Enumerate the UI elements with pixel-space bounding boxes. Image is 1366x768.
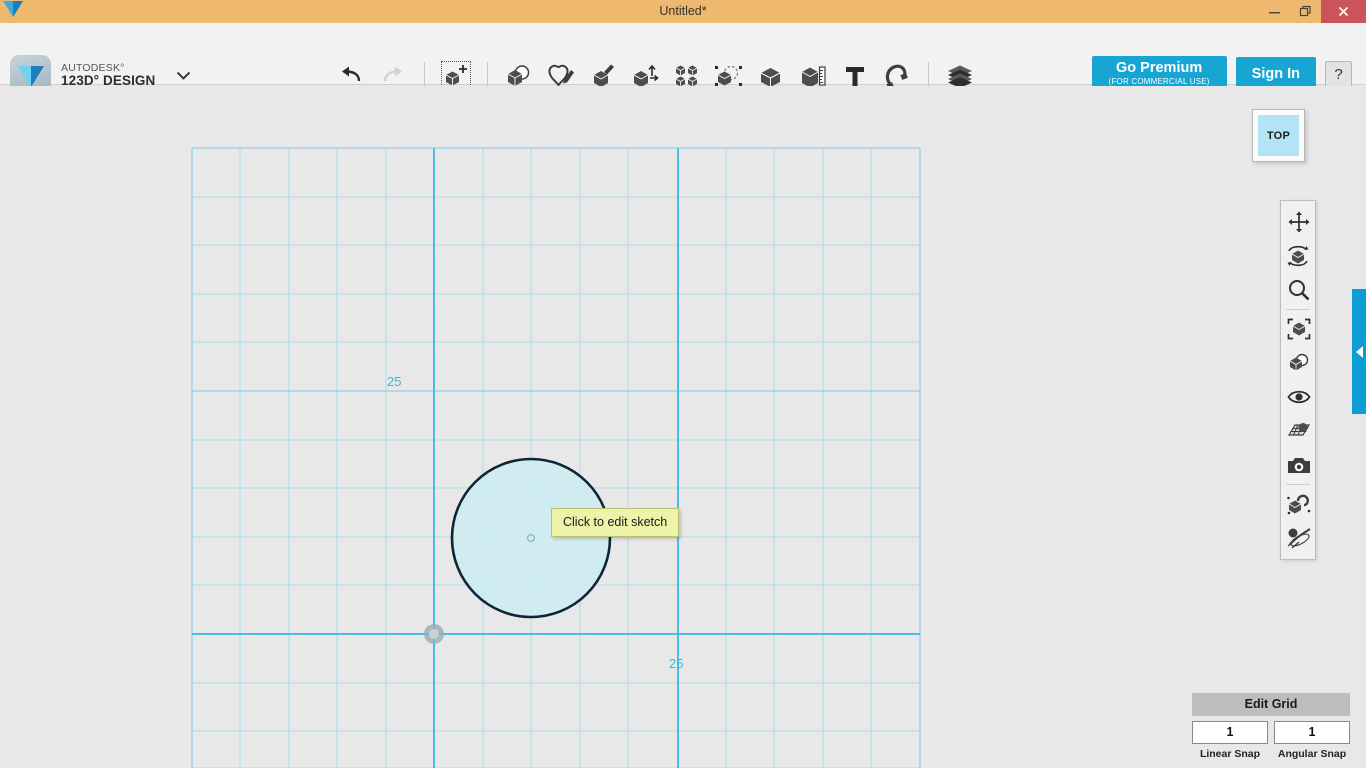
visibility-button[interactable] [1281, 380, 1317, 414]
sketch-circle[interactable] [452, 459, 610, 617]
close-icon[interactable] [1321, 0, 1366, 23]
snap-settings-button[interactable] [1281, 487, 1317, 521]
minimize-icon[interactable] [1259, 0, 1290, 23]
linear-snap-input[interactable]: 1 [1192, 721, 1268, 744]
nav-separator-1 [1286, 309, 1310, 310]
effects-button[interactable] [1281, 521, 1317, 555]
navigation-toolbar [1280, 200, 1316, 560]
edit-grid-panel: Edit Grid 1 Linear Snap 1 Angular Snap [1192, 693, 1350, 760]
view-cube[interactable]: TOP [1252, 109, 1305, 162]
edit-grid-title[interactable]: Edit Grid [1192, 693, 1350, 716]
snapshot-button[interactable] [1281, 448, 1317, 482]
nav-separator-2 [1286, 484, 1310, 485]
model-canvas[interactable]: 25 25 Click to edit sketch TOP [0, 86, 1352, 768]
view-style-button[interactable] [1281, 346, 1317, 380]
maximize-icon[interactable] [1290, 0, 1321, 23]
grid-label-horizontal: 25 [669, 656, 683, 671]
pan-button[interactable] [1281, 205, 1317, 239]
sketch-tooltip: Click to edit sketch [551, 508, 679, 537]
grid-label-vertical: 25 [387, 374, 401, 389]
title-bar: Untitled* [0, 0, 1366, 23]
left-chevron-icon [1356, 346, 1363, 358]
zoom-button[interactable] [1281, 273, 1317, 307]
panel-toggle-tab[interactable] [1352, 289, 1366, 414]
angular-snap-label: Angular Snap [1274, 748, 1350, 760]
grid-view-button[interactable] [1281, 414, 1317, 448]
window-title: Untitled* [0, 0, 1366, 23]
go-premium-label: Go Premium [1109, 61, 1210, 77]
autodesk-triangle-icon [0, 0, 26, 23]
view-cube-top-face[interactable]: TOP [1258, 115, 1299, 156]
angular-snap-input[interactable]: 1 [1274, 721, 1350, 744]
linear-snap-label: Linear Snap [1192, 748, 1268, 760]
right-rail [1352, 86, 1366, 768]
application-toolbar: AUTODESK° 123D° DESIGN [0, 23, 1366, 85]
origin-point-icon[interactable] [424, 624, 444, 644]
fit-button[interactable] [1281, 312, 1317, 346]
help-button[interactable]: ? [1325, 61, 1352, 88]
chevron-down-icon[interactable] [176, 71, 191, 80]
window-controls [1259, 0, 1366, 23]
orbit-button[interactable] [1281, 239, 1317, 273]
